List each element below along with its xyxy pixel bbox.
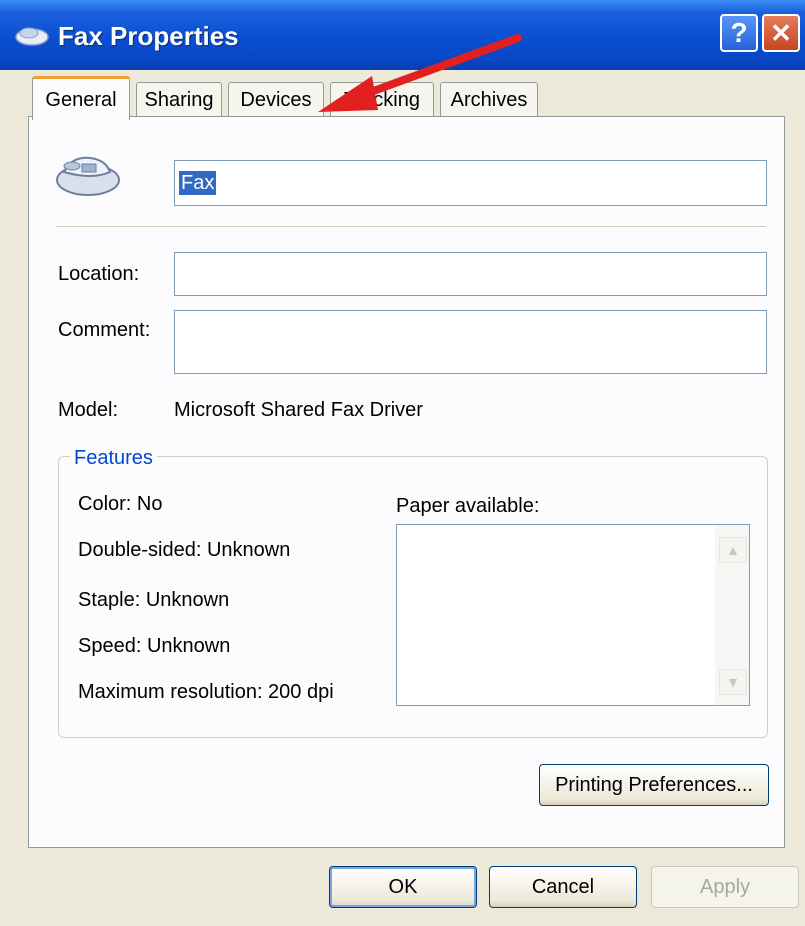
annotation-arrow: [318, 34, 522, 112]
tab-general[interactable]: General: [32, 76, 130, 120]
fax-properties-window: Fax Properties ? ✕ General Sharing Devic…: [0, 0, 805, 926]
